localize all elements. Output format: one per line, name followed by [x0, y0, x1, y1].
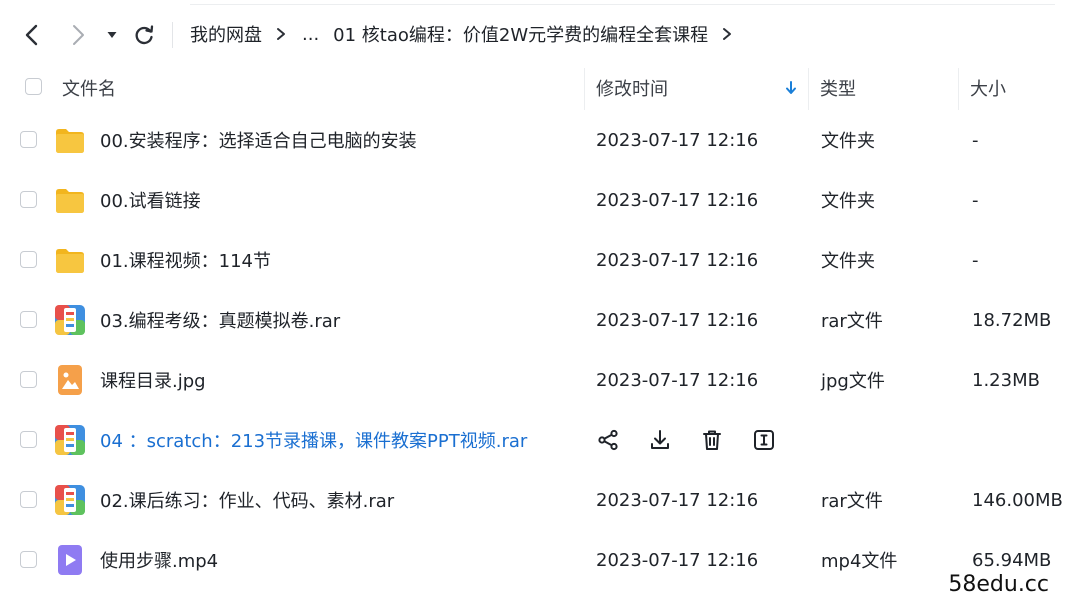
- row-checkbox[interactable]: [20, 191, 37, 208]
- row-checkbox[interactable]: [20, 371, 37, 388]
- file-row[interactable]: 02.课后练习：作业、代码、素材.rar 2023-07-17 12:16 ra…: [0, 470, 1065, 530]
- breadcrumb-ellipsis[interactable]: ...: [302, 24, 319, 45]
- file-name[interactable]: 04 ：scratch：213节录播课，课件教案PPT视频.rar: [100, 410, 527, 470]
- file-size: -: [972, 129, 979, 151]
- delete-button[interactable]: [700, 428, 724, 452]
- file-type: 文件夹: [821, 251, 875, 272]
- toolbar-top-divider: [190, 4, 1055, 5]
- folder-icon: [56, 249, 84, 273]
- watermark: 58edu.cc: [944, 572, 1053, 597]
- file-row[interactable]: 01.课程视频：114节 2023-07-17 12:16 文件夹 -: [0, 230, 1065, 290]
- file-modified: 2023-07-17 12:16: [596, 489, 759, 511]
- file-size: 146.00MB: [972, 489, 1063, 511]
- file-type: rar文件: [821, 491, 883, 512]
- row-actions: [596, 410, 776, 470]
- file-modified: 2023-07-17 12:16: [596, 249, 759, 271]
- rename-button[interactable]: [752, 428, 776, 452]
- file-name[interactable]: 03.编程考级：真题模拟卷.rar: [100, 290, 340, 350]
- download-button[interactable]: [648, 428, 672, 452]
- file-type: 文件夹: [821, 131, 875, 152]
- file-size: 18.72MB: [972, 309, 1052, 331]
- history-dropdown-button[interactable]: [100, 20, 124, 50]
- trash-icon: [703, 430, 721, 450]
- row-checkbox[interactable]: [20, 491, 37, 508]
- folder-icon: [56, 189, 84, 213]
- column-divider: [808, 68, 809, 110]
- file-type: jpg文件: [821, 371, 885, 392]
- caret-down-icon: [107, 32, 117, 38]
- file-name[interactable]: 02.课后练习：作业、代码、素材.rar: [100, 470, 394, 530]
- archive-icon: [55, 485, 85, 515]
- folder-icon: [56, 129, 84, 153]
- toolbar: 我的网盘 ... 01 核tao编程：价值2W元学费的编程全套课程: [0, 0, 1065, 66]
- file-size: 1.23MB: [972, 369, 1040, 391]
- sort-descending-icon[interactable]: [784, 66, 798, 110]
- file-modified: 2023-07-17 12:16: [596, 129, 759, 151]
- download-icon: [651, 430, 669, 449]
- breadcrumb-current: 01 核tao编程：价值2W元学费的编程全套课程: [333, 25, 709, 46]
- file-name[interactable]: 课程目录.jpg: [100, 350, 206, 410]
- file-row[interactable]: 03.编程考级：真题模拟卷.rar 2023-07-17 12:16 rar文件…: [0, 290, 1065, 350]
- file-size: -: [972, 189, 979, 211]
- file-row[interactable]: 课程目录.jpg 2023-07-17 12:16 jpg文件 1.23MB: [0, 350, 1065, 410]
- back-button[interactable]: [18, 20, 46, 50]
- file-row[interactable]: 使用步骤.mp4 2023-07-17 12:16 mp4文件 65.94MB: [0, 530, 1065, 590]
- file-modified: 2023-07-17 12:16: [596, 309, 759, 331]
- breadcrumb: 我的网盘 ... 01 核tao编程：价值2W元学费的编程全套课程: [190, 20, 748, 48]
- rename-icon: [754, 430, 774, 450]
- share-button[interactable]: [596, 428, 620, 452]
- file-modified: 2023-07-17 12:16: [596, 549, 759, 571]
- share-icon: [598, 429, 618, 451]
- file-row[interactable]: 00.试看链接 2023-07-17 12:16 文件夹 -: [0, 170, 1065, 230]
- column-header-type[interactable]: 类型: [820, 66, 856, 110]
- archive-icon: [55, 425, 85, 455]
- image-file-icon: [58, 365, 82, 395]
- column-divider: [584, 68, 585, 110]
- file-name[interactable]: 01.课程视频：114节: [100, 230, 271, 290]
- chevron-right-icon: [73, 25, 84, 45]
- file-name[interactable]: 00.安装程序：选择适合自己电脑的安装: [100, 110, 417, 170]
- row-checkbox[interactable]: [20, 131, 37, 148]
- row-checkbox[interactable]: [20, 431, 37, 448]
- breadcrumb-root[interactable]: 我的网盘: [190, 21, 262, 47]
- file-type: mp4文件: [821, 551, 898, 572]
- file-name[interactable]: 00.试看链接: [100, 170, 201, 230]
- forward-button[interactable]: [64, 20, 92, 50]
- column-header-modified[interactable]: 修改时间: [596, 66, 668, 110]
- file-row[interactable]: 00.安装程序：选择适合自己电脑的安装 2023-07-17 12:16 文件夹…: [0, 110, 1065, 170]
- select-all-checkbox[interactable]: [25, 78, 42, 95]
- refresh-button[interactable]: [130, 20, 158, 50]
- row-checkbox[interactable]: [20, 251, 37, 268]
- file-type: 文件夹: [821, 191, 875, 212]
- chevron-right-icon[interactable]: [720, 27, 734, 41]
- column-header-size[interactable]: 大小: [970, 66, 1006, 110]
- column-divider: [958, 68, 959, 110]
- refresh-icon: [135, 25, 154, 45]
- file-list-header: 文件名 修改时间 类型 大小: [0, 66, 1065, 110]
- video-file-icon: [58, 545, 82, 575]
- row-checkbox[interactable]: [20, 311, 37, 328]
- file-type: rar文件: [821, 311, 883, 332]
- chevron-left-icon: [25, 24, 38, 46]
- file-modified: 2023-07-17 12:16: [596, 189, 759, 211]
- file-size: -: [972, 249, 979, 271]
- row-checkbox[interactable]: [20, 551, 37, 568]
- file-modified: 2023-07-17 12:16: [596, 369, 759, 391]
- toolbar-separator: [172, 22, 173, 48]
- column-header-name[interactable]: 文件名: [62, 66, 116, 110]
- chevron-right-icon: [274, 27, 288, 41]
- file-name[interactable]: 使用步骤.mp4: [100, 530, 218, 590]
- archive-icon: [55, 305, 85, 335]
- file-row-hovered[interactable]: 04 ：scratch：213节录播课，课件教案PPT视频.rar: [0, 410, 1065, 470]
